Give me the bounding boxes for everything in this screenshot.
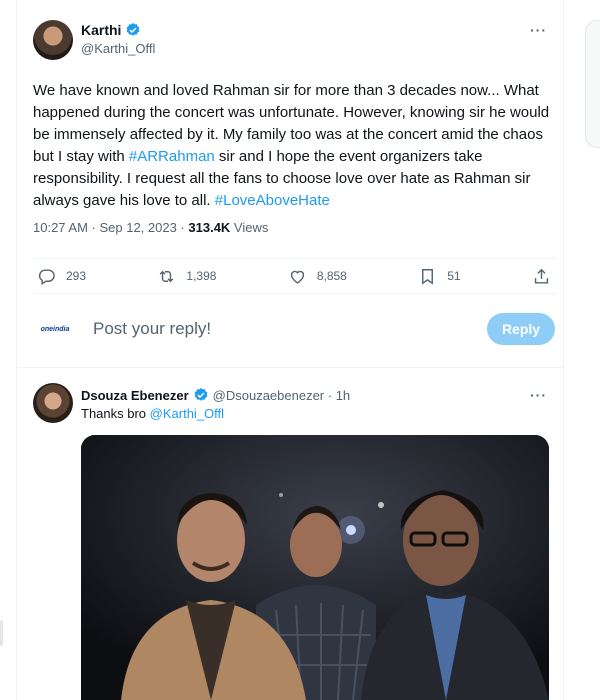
account-logo: oneindia <box>40 325 70 333</box>
photo-illustration <box>81 435 549 700</box>
tweet-meta: 10:27 AM · Sep 12, 2023 · 313.4K Views <box>33 220 268 235</box>
reply-icon <box>38 268 55 285</box>
reply-input[interactable]: Post your reply! <box>93 319 211 339</box>
action-bar: 293 1,398 8,858 51 <box>33 258 555 294</box>
bookmark-action[interactable]: 51 <box>418 267 461 286</box>
repost-icon <box>160 270 174 282</box>
repost-count: 1,398 <box>186 269 217 283</box>
author-name[interactable]: Karthi <box>81 22 121 38</box>
sidebar-card <box>585 20 600 148</box>
reply-text: Thanks bro @Karthi_Offl <box>81 406 224 421</box>
reply-photo[interactable] <box>81 435 549 700</box>
reply-mention[interactable]: @Karthi_Offl <box>150 406 224 421</box>
bookmark-count: 51 <box>447 269 461 283</box>
hashtag-arrahman[interactable]: #ARRahman <box>129 148 215 165</box>
reply-avatar[interactable] <box>33 383 73 423</box>
repost-action[interactable]: 1,398 <box>157 267 216 286</box>
left-page-edge <box>0 0 16 700</box>
reply-handle-time[interactable]: @Dsouzaebenezer · 1h <box>213 388 351 403</box>
author-row: Karthi <box>81 22 141 38</box>
avatar[interactable] <box>33 20 73 60</box>
main-tweet: Karthi @Karthi_Offl ··· We have known an… <box>17 0 563 368</box>
verified-badge-icon <box>127 23 140 36</box>
reply-button[interactable]: Reply <box>487 313 555 345</box>
views-label: Views <box>230 220 269 235</box>
share-icon <box>534 268 549 284</box>
reply-author-name[interactable]: Dsouza Ebenezer <box>81 388 189 403</box>
reply-count: 293 <box>66 269 87 283</box>
tweet-text: We have known and loved Rahman sir for m… <box>33 80 553 212</box>
share-action[interactable] <box>532 267 551 286</box>
reply-action[interactable]: 293 <box>37 267 86 286</box>
timeline-column: Karthi @Karthi_Offl ··· We have known an… <box>16 0 564 700</box>
right-sidebar-edge <box>565 0 600 700</box>
like-count: 8,858 <box>316 269 347 283</box>
bookmark-icon <box>422 268 434 285</box>
reply-text-body: Thanks bro <box>81 406 150 421</box>
views-count: 313.4K <box>188 220 231 235</box>
heart-icon <box>290 270 304 284</box>
like-action[interactable]: 8,858 <box>288 267 347 286</box>
reply-tweet: Dsouza Ebenezer @Dsouzaebenezer · 1h ···… <box>17 369 563 700</box>
verified-badge-icon <box>194 388 207 401</box>
more-options-icon[interactable]: ··· <box>530 22 547 38</box>
reply-author-row: Dsouza Ebenezer @Dsouzaebenezer · 1h <box>81 387 350 403</box>
author-handle[interactable]: @Karthi_Offl <box>81 41 155 56</box>
reply-more-options-icon[interactable]: ··· <box>530 387 547 403</box>
left-edge-mark <box>0 620 3 646</box>
timestamp[interactable]: 10:27 AM · Sep 12, 2023 · <box>33 220 188 235</box>
hashtag-loveabovehate[interactable]: #LoveAboveHate <box>215 192 330 209</box>
reply-composer: oneindia Post your reply! Reply <box>33 306 555 352</box>
